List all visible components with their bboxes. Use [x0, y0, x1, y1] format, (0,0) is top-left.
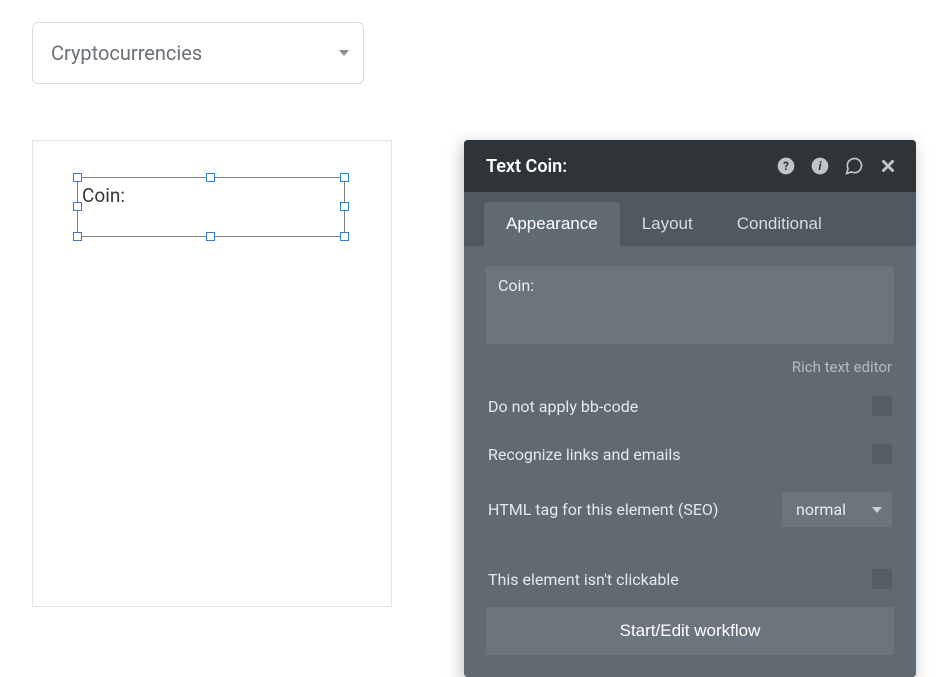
checkbox-clickable[interactable] [872, 569, 892, 589]
row-bbcode: Do not apply bb-code [486, 382, 894, 430]
tab-layout[interactable]: Layout [620, 202, 715, 246]
resize-handle-tl[interactable] [73, 173, 82, 182]
resize-handle-tm[interactable] [206, 173, 215, 182]
select-htmltag-value: normal [796, 500, 846, 519]
label-htmltag: HTML tag for this element (SEO) [488, 500, 718, 519]
panel-title: Text Coin: [486, 156, 776, 177]
resize-handle-ml[interactable] [73, 202, 82, 211]
tab-conditional[interactable]: Conditional [715, 202, 844, 246]
checkbox-links[interactable] [872, 444, 892, 464]
info-icon[interactable]: i [810, 156, 830, 176]
editor-canvas[interactable]: Coin: [32, 140, 392, 607]
panel-header[interactable]: Text Coin: ? i [464, 140, 916, 192]
resize-handle-br[interactable] [340, 232, 349, 241]
row-htmltag: HTML tag for this element (SEO) normal [486, 478, 894, 541]
svg-text:?: ? [783, 159, 789, 173]
tab-appearance[interactable]: Appearance [484, 202, 620, 246]
resize-handle-tr[interactable] [340, 173, 349, 182]
dropdown-selected-label: Cryptocurrencies [51, 41, 202, 65]
resize-handle-bm[interactable] [206, 232, 215, 241]
close-icon[interactable] [878, 156, 898, 176]
comment-icon[interactable] [844, 156, 864, 176]
label-links: Recognize links and emails [488, 445, 681, 464]
text-content-input[interactable] [486, 266, 894, 344]
text-element-content: Coin: [78, 178, 344, 213]
checkbox-bbcode[interactable] [872, 396, 892, 416]
row-links: Recognize links and emails [486, 430, 894, 478]
chevron-down-icon [872, 507, 882, 513]
panel-body: Rich text editor Do not apply bb-code Re… [464, 246, 916, 677]
label-bbcode: Do not apply bb-code [488, 397, 638, 416]
select-htmltag[interactable]: normal [782, 492, 892, 527]
start-edit-workflow-button[interactable]: Start/Edit workflow [486, 607, 894, 655]
panel-tabs: Appearance Layout Conditional [464, 192, 916, 246]
text-element-coin[interactable]: Coin: [77, 177, 345, 237]
crypto-dropdown[interactable]: Cryptocurrencies [32, 22, 364, 84]
rich-text-editor-link[interactable]: Rich text editor [486, 348, 894, 382]
resize-handle-bl[interactable] [73, 232, 82, 241]
label-clickable: This element isn't clickable [488, 570, 679, 589]
header-icons: ? i [776, 156, 898, 176]
resize-handle-mr[interactable] [340, 202, 349, 211]
row-clickable: This element isn't clickable [486, 555, 894, 603]
chevron-down-icon [339, 50, 349, 56]
inspector-panel: Text Coin: ? i Appearance Layout Conditi… [464, 140, 916, 677]
help-icon[interactable]: ? [776, 156, 796, 176]
